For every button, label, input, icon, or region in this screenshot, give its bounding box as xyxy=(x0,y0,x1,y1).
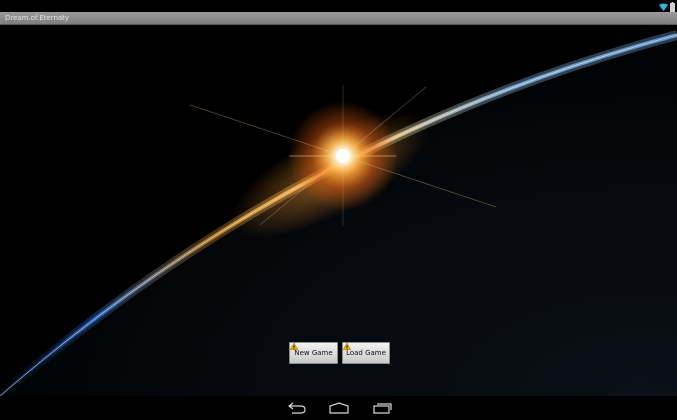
app-title: Dream.of.Eternaty xyxy=(5,14,70,22)
home-icon xyxy=(329,402,349,414)
game-background: New Game Load Game xyxy=(0,25,677,396)
load-game-label: Load Game xyxy=(346,349,386,357)
home-button[interactable] xyxy=(327,400,351,416)
new-game-label: New Game xyxy=(294,349,333,357)
load-game-button[interactable]: Load Game xyxy=(342,342,390,364)
navigation-bar xyxy=(0,396,677,420)
warning-icon xyxy=(343,343,351,350)
status-bar xyxy=(0,0,677,12)
back-button[interactable] xyxy=(285,400,309,416)
new-game-button[interactable]: New Game xyxy=(289,342,338,364)
status-icons xyxy=(659,1,675,12)
sunrise-over-earth-image xyxy=(0,25,677,396)
warning-icon xyxy=(290,343,298,350)
recent-apps-button[interactable] xyxy=(370,400,394,416)
recent-apps-icon xyxy=(373,403,392,414)
back-icon xyxy=(288,402,306,414)
app-title-bar: Dream.of.Eternaty xyxy=(0,12,677,25)
